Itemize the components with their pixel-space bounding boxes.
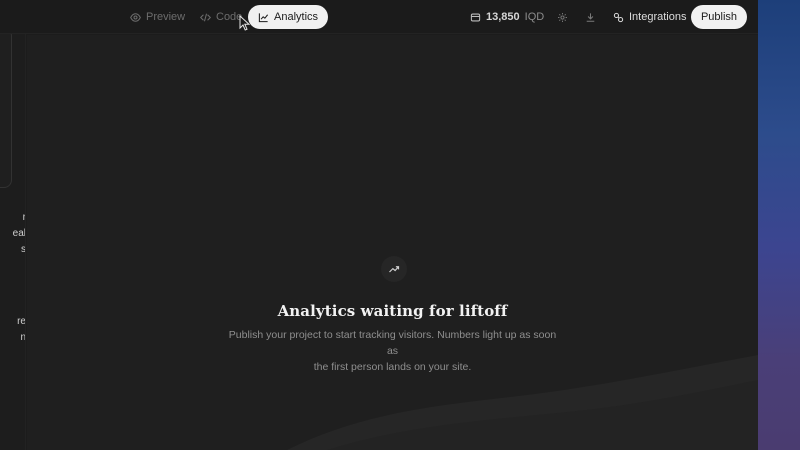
text-line: s bbox=[21, 244, 26, 255]
empty-state-description: Publish your project to start tracking v… bbox=[222, 327, 563, 375]
desktop-background bbox=[758, 0, 800, 450]
line-chart-icon bbox=[258, 12, 269, 22]
analytics-panel: Analytics waiting for liftoff Publish yo… bbox=[27, 35, 758, 450]
chat-message-card bbox=[0, 34, 12, 188]
integrations-button[interactable]: Integrations bbox=[607, 5, 692, 29]
app-window: Preview Code Analytics 13,850 IQD Integr… bbox=[0, 0, 758, 450]
chat-panel: r eal s re n bbox=[0, 34, 26, 450]
eye-icon bbox=[130, 12, 141, 22]
plug-icon bbox=[613, 12, 624, 22]
top-toolbar: Preview Code Analytics 13,850 IQD Integr… bbox=[0, 0, 758, 34]
credits-currency: IQD bbox=[524, 11, 545, 23]
text-line: re bbox=[17, 316, 26, 327]
credits-amount: 13,850 bbox=[486, 11, 520, 23]
chat-text-fragment: r eal s bbox=[0, 210, 26, 258]
chat-text-fragment: re n bbox=[0, 314, 26, 346]
download-icon bbox=[586, 12, 594, 22]
trend-up-icon bbox=[381, 256, 407, 282]
text-line: n bbox=[20, 332, 26, 343]
mouse-cursor-icon bbox=[239, 15, 251, 31]
tab-label: Analytics bbox=[274, 11, 319, 23]
code-icon bbox=[200, 13, 211, 21]
empty-state-title: Analytics waiting for liftoff bbox=[277, 302, 508, 320]
credits-balance[interactable]: 13,850 IQD bbox=[470, 5, 544, 29]
tab-preview[interactable]: Preview bbox=[122, 5, 193, 29]
wallet-icon bbox=[470, 13, 481, 21]
integrations-label: Integrations bbox=[629, 11, 687, 23]
tab-analytics[interactable]: Analytics bbox=[248, 5, 329, 29]
description-line: Publish your project to start tracking v… bbox=[228, 329, 557, 357]
download-button[interactable] bbox=[582, 9, 598, 25]
publish-button[interactable]: Publish bbox=[691, 5, 747, 29]
settings-button[interactable] bbox=[554, 9, 570, 25]
description-line: the first person lands on your site. bbox=[313, 361, 472, 373]
gear-icon bbox=[557, 12, 567, 22]
tab-label: Preview bbox=[146, 11, 186, 23]
text-line: eal bbox=[12, 228, 26, 239]
text-line: r bbox=[22, 212, 26, 223]
